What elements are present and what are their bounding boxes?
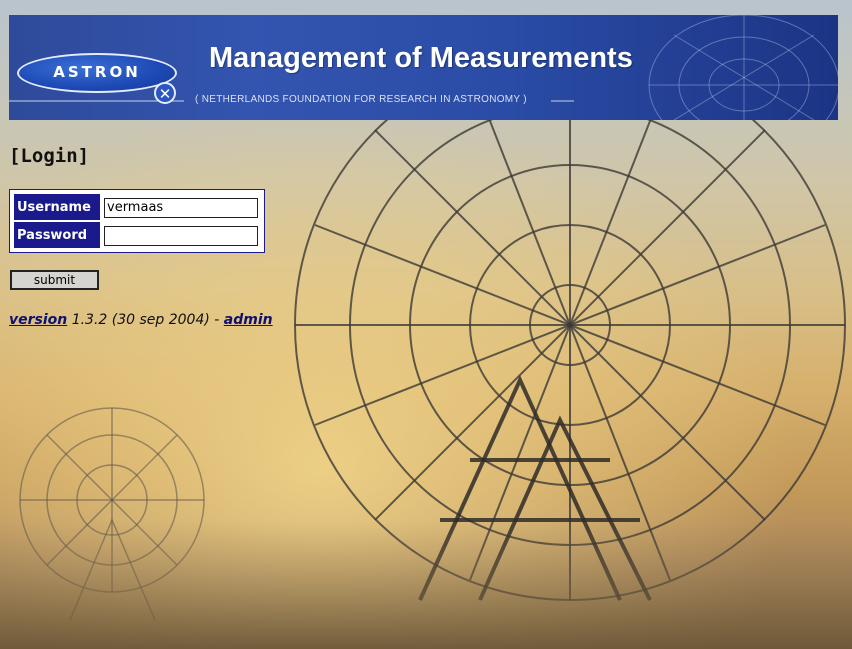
- username-row: Username: [14, 194, 260, 220]
- header-banner: ASTRON ✕ Management of Measurements ( NE…: [9, 15, 838, 120]
- submit-button[interactable]: submit: [10, 270, 99, 290]
- username-cell: [102, 194, 260, 220]
- login-form: Username Password: [9, 189, 265, 253]
- password-label: Password: [14, 222, 100, 248]
- password-cell: [102, 222, 260, 248]
- username-label: Username: [14, 194, 100, 220]
- page-title: [Login]: [9, 145, 90, 167]
- admin-link[interactable]: admin: [224, 312, 273, 328]
- logo-text: ASTRON: [53, 63, 141, 81]
- organization-subtitle: ( NETHERLANDS FOUNDATION FOR RESEARCH IN…: [195, 94, 527, 105]
- password-input[interactable]: [104, 225, 258, 246]
- version-info: version 1.3.2 (30 sep 2004) - admin: [9, 312, 273, 328]
- version-link[interactable]: version: [9, 312, 67, 328]
- password-row: Password: [14, 222, 260, 248]
- app-title: Management of Measurements: [209, 42, 633, 74]
- x-circle-icon: ✕: [154, 82, 176, 104]
- version-text: 1.3.2 (30 sep 2004) -: [67, 312, 224, 328]
- username-input[interactable]: [104, 197, 258, 218]
- astron-logo: ASTRON ✕: [17, 53, 177, 104]
